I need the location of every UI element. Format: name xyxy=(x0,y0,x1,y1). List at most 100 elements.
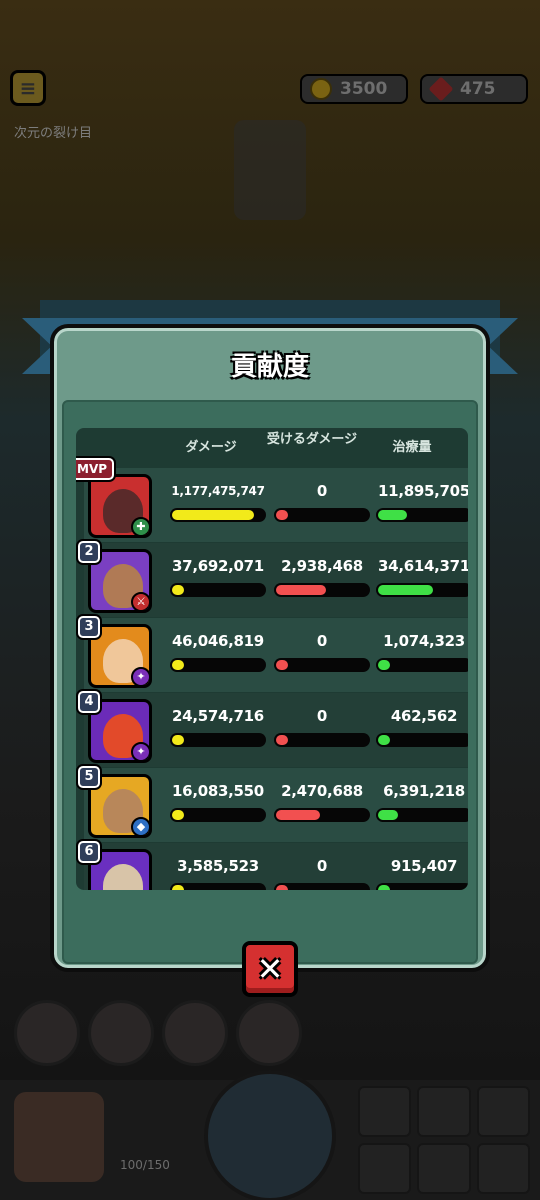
damage-value: 16,083,550 xyxy=(172,782,264,800)
stats-panel: ダメージ 受けるダメージ 治療量 ✚ MVP 1,177,475,747 0 11,89… xyxy=(62,400,478,964)
damage-taken-value: 0 xyxy=(316,857,328,875)
menu-icon[interactable]: ≡ xyxy=(10,70,46,106)
healing-bar-fill xyxy=(378,885,390,890)
modal-title: 貢献度 xyxy=(230,352,309,382)
damage-taken-bar xyxy=(274,658,370,672)
grid-cell xyxy=(417,1143,471,1194)
healing-value: 6,391,218 xyxy=(383,782,465,800)
damage-taken-stat: 0 xyxy=(274,857,370,890)
skill-slots xyxy=(14,1000,526,1070)
damage-bar xyxy=(170,883,266,890)
healing-stat: 34,614,371 xyxy=(376,557,468,597)
gem-value: 475 xyxy=(460,79,496,99)
healing-value: 1,074,323 xyxy=(383,632,465,650)
damage-taken-bar-fill xyxy=(276,810,320,820)
damage-taken-bar xyxy=(274,808,370,822)
grid-cell xyxy=(358,1143,412,1194)
rank-badge: 3 xyxy=(78,616,100,638)
healing-bar-fill xyxy=(378,810,398,820)
grid-cell xyxy=(476,1143,530,1194)
damage-value: 1,177,475,747 xyxy=(171,484,265,498)
healing-bar-fill xyxy=(378,735,390,745)
damage-bar xyxy=(170,808,266,822)
damage-taken-bar-fill xyxy=(276,585,326,595)
mvp-badge: MVP xyxy=(76,458,115,480)
healing-value: 34,614,371 xyxy=(378,557,468,575)
healing-bar-fill xyxy=(378,510,407,520)
damage-taken-value: 0 xyxy=(316,632,328,650)
gem-icon xyxy=(428,76,454,102)
damage-taken-bar xyxy=(274,733,370,747)
damage-taken-value: 0 xyxy=(316,482,328,500)
grid-cell xyxy=(476,1086,530,1137)
grid-cell xyxy=(417,1086,471,1137)
damage-value: 37,692,071 xyxy=(172,557,264,575)
skill-slot xyxy=(162,1000,228,1066)
damage-value: 46,046,819 xyxy=(172,632,264,650)
stage-title: 次元の裂け目 xyxy=(14,126,93,141)
close-icon: ✕ xyxy=(256,950,284,988)
dice-button xyxy=(204,1070,336,1200)
damage-bar xyxy=(170,733,266,747)
healing-value: 915,407 xyxy=(390,857,458,875)
healing-bar xyxy=(376,583,468,597)
hero-avatar[interactable]: ✚ xyxy=(88,474,152,538)
healing-stat: 462,562 xyxy=(376,707,468,747)
healing-value: 462,562 xyxy=(390,707,458,725)
rank-badge: 5 xyxy=(78,766,100,788)
coin-counter: 3500 xyxy=(300,74,408,104)
damage-taken-stat: 0 xyxy=(274,482,370,522)
top-bar: ≡ 3500 475 xyxy=(0,60,540,120)
hero-portrait xyxy=(14,1092,104,1182)
damage-value: 3,585,523 xyxy=(177,857,259,875)
skill-slot xyxy=(236,1000,302,1066)
stage-banner-art xyxy=(234,120,306,220)
table-row: ✚ MVP 1,177,475,747 0 11,895,705 xyxy=(76,458,468,542)
role-tank-icon: ◆ xyxy=(131,817,149,835)
role-mage-icon: ✦ xyxy=(131,742,149,760)
coin-value: 3500 xyxy=(340,79,388,99)
damage-taken-bar-fill xyxy=(276,660,288,670)
table-row: ◆ 5 16,083,550 2,470,688 6,391,218 xyxy=(78,766,468,842)
contribution-modal: 貢献度 ダメージ 受けるダメージ 治療量 ✚ MVP 1,177,475,747 0 1… xyxy=(50,324,490,972)
damage-stat: 24,574,716 xyxy=(170,707,266,747)
skill-slot xyxy=(88,1000,154,1066)
damage-taken-value: 0 xyxy=(316,707,328,725)
contribution-table: ダメージ 受けるダメージ 治療量 ✚ MVP 1,177,475,747 0 11,89… xyxy=(76,428,468,890)
energy-counter: 100/150 xyxy=(120,1158,170,1172)
damage-bar-fill xyxy=(172,810,184,820)
damage-bar-fill xyxy=(172,735,184,745)
damage-taken-bar-fill xyxy=(276,735,288,745)
healing-stat: 915,407 xyxy=(376,857,468,890)
healing-bar xyxy=(376,808,468,822)
healing-bar xyxy=(376,658,468,672)
damage-stat: 3,585,523 xyxy=(170,857,266,890)
damage-stat: 1,177,475,747 xyxy=(170,482,266,522)
healing-bar xyxy=(376,508,468,522)
header-damage: ダメージ xyxy=(185,440,237,455)
table-row: ✦ 4 24,574,716 0 462,562 xyxy=(78,691,468,767)
coin-icon xyxy=(310,78,332,100)
damage-bar xyxy=(170,583,266,597)
skill-slot xyxy=(14,1000,80,1066)
header-damage-taken: 受けるダメージ xyxy=(266,432,358,447)
damage-taken-stat: 0 xyxy=(274,707,370,747)
damage-taken-bar xyxy=(274,508,370,522)
grid-cell xyxy=(358,1086,412,1137)
role-warrior-icon: ⚔ xyxy=(131,592,149,610)
damage-bar xyxy=(170,658,266,672)
damage-taken-value: 2,470,688 xyxy=(281,782,363,800)
close-button[interactable]: ✕ xyxy=(242,941,298,997)
healing-stat: 1,074,323 xyxy=(376,632,468,672)
damage-stat: 37,692,071 xyxy=(170,557,266,597)
healing-stat: 6,391,218 xyxy=(376,782,468,822)
damage-bar xyxy=(170,508,266,522)
damage-taken-stat: 2,938,468 xyxy=(274,557,370,597)
role-healer-icon: ✚ xyxy=(131,517,149,535)
damage-stat: 16,083,550 xyxy=(170,782,266,822)
rank-badge: 2 xyxy=(78,541,100,563)
damage-taken-bar-fill xyxy=(276,510,288,520)
damage-taken-stat: 2,470,688 xyxy=(274,782,370,822)
table-row: ✚63,585,5230915,407 xyxy=(78,841,468,890)
healing-bar-fill xyxy=(378,660,390,670)
